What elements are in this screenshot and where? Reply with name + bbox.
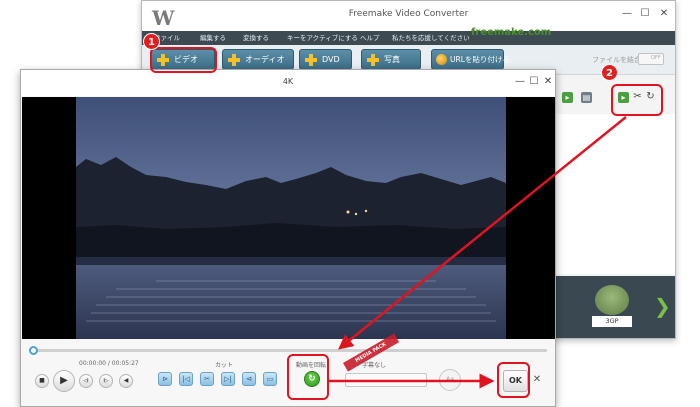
menu-help[interactable]: ヘルプ [360,32,380,42]
next-frame-button[interactable]: I▷ [99,374,113,388]
file-list-area [554,114,675,274]
format-3gp-tile[interactable]: 3GP [592,285,632,327]
3gp-phone-icon [595,285,629,315]
format-3gp-label: 3GP [592,316,632,327]
minimize-button[interactable]: — [620,7,634,21]
maximize-button[interactable]: ☐ [638,7,652,21]
cut-scissors-button[interactable]: ✂ [200,372,214,386]
close-button[interactable]: ✕ [657,7,671,21]
merge-files-label: ファイルを結合 [592,56,641,64]
stop-button[interactable]: ■ [35,374,49,388]
prev-frame-button[interactable]: ◁I [79,374,93,388]
step-2-badge: 2 [601,64,618,81]
mark-start-button[interactable]: ⊳ [158,372,172,386]
globe-icon [436,54,447,65]
menu-activate-key[interactable]: キーをアクティブにする [287,32,358,42]
menu-edit[interactable]: 編集する [200,32,226,42]
menu-support-us[interactable]: 私たちを応援してください [392,32,470,42]
subtitle-dropdown[interactable] [345,373,427,387]
time-display: 00:00:00 / 00:05:27 [79,360,139,367]
brand-link[interactable]: freemake.com [471,27,551,38]
highlight-video-button [150,47,217,73]
paste-url-label: URLを貼り付ける [450,55,510,64]
edit-close-button[interactable]: ✕ [541,75,555,89]
video-frame [76,97,506,339]
main-menubar: ファイル 編集する 変換する キーをアクティブにする ヘルプ 私たちを応援してく… [142,31,675,45]
video-preview[interactable] [22,97,555,339]
file-info-icon[interactable]: ▤ [581,92,592,103]
subtitle-controls: Aa [341,369,491,391]
main-titlebar: W Freemake Video Converter — ☐ ✕ [142,1,675,31]
edit-maximize-button[interactable]: ☐ [527,75,541,89]
paste-url-button[interactable]: URLを貼り付ける [431,49,510,70]
add-photo-label: 写真 [384,55,400,64]
seek-bar[interactable] [29,346,547,355]
add-audio-button[interactable]: オーディオ [222,49,294,70]
plus-icon [228,54,240,66]
highlight-scissors-icon [611,84,663,116]
step-1-badge: 1 [143,33,160,50]
screenshot-stage: W Freemake Video Converter — ☐ ✕ ファイル 編集… [0,0,700,407]
plus-icon [305,54,317,66]
step-back-button[interactable]: ◀ [119,374,133,388]
mark-end-button[interactable]: ⊲ [242,372,256,386]
play-file-icon[interactable]: ▸ [562,92,573,103]
add-photo-button[interactable]: 写真 [361,49,421,70]
seek-thumb[interactable] [29,346,38,355]
merge-toggle-state: OFF [651,55,661,61]
main-window-title: Freemake Video Converter [348,9,469,19]
cancel-close-icon[interactable]: ✕ [531,374,543,386]
highlight-rotate-button [287,354,329,400]
edit-minimize-button[interactable]: — [513,75,527,89]
highlight-ok-button [497,362,530,398]
menu-convert[interactable]: 変換する [243,32,269,42]
clip-button[interactable]: ▭ [263,372,277,386]
edit-window-title: 4K [282,77,294,86]
plus-icon [367,54,379,66]
edit-titlebar: 4K — ☐ ✕ [21,70,555,96]
add-audio-label: オーディオ [245,55,285,64]
go-start-button[interactable]: |◁ [179,372,193,386]
format-next-arrow-icon[interactable]: ❯ [654,294,671,318]
subtitle-style-button[interactable]: Aa [439,369,461,391]
add-dvd-button[interactable]: DVD [299,49,352,70]
merge-files-toggle[interactable]: OFF [638,53,664,65]
add-dvd-label: DVD [322,55,340,64]
play-button[interactable]: ▶ [53,370,75,392]
cut-label: カット [215,362,234,369]
go-end-button[interactable]: ▷| [221,372,235,386]
